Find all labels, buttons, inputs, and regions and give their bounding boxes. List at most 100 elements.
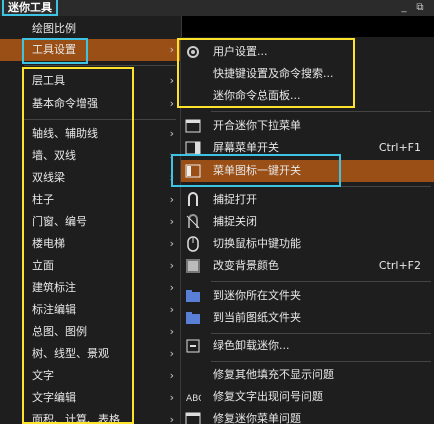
- submenu-item-label: 屏幕菜单开关: [213, 141, 279, 154]
- submenu-item-fix-hatch[interactable]: 修复其他填充不显示问题: [181, 364, 434, 386]
- menu-item-basic-enhance[interactable]: 基本命令增强 ›: [0, 93, 182, 115]
- tools-menu: 绘图比例 工具设置 › 层工具 › 基本命令增强 › 轴线、辅助线 › 墙、双线…: [0, 16, 182, 424]
- submenu-item-label: 开合迷你下拉菜单: [213, 119, 301, 132]
- chevron-right-icon: ›: [169, 127, 174, 140]
- restore-icon[interactable]: ⧉: [414, 2, 426, 14]
- menu-divider: [211, 333, 431, 334]
- menu-item-draw-scale[interactable]: 绘图比例: [0, 18, 182, 40]
- title-bar: 迷你工具 _ ⧉: [0, 0, 434, 16]
- submenu-item-icon-toggle[interactable]: 菜单图标一键开关: [181, 160, 434, 182]
- submenu-item-label: 切换鼠标中键功能: [213, 237, 301, 250]
- chevron-right-icon: ›: [169, 149, 174, 162]
- menu-divider: [211, 111, 431, 112]
- menu-item-label: 文字: [32, 369, 54, 382]
- submenu-item-user-settings[interactable]: 用户设置...: [181, 41, 434, 63]
- submenu-item-open-mini-folder[interactable]: 到迷你所在文件夹: [181, 285, 434, 307]
- menu-divider: [211, 281, 431, 282]
- menu-item-tool-settings[interactable]: 工具设置 ›: [0, 39, 182, 61]
- submenu-item-label: 捕捉打开: [213, 193, 257, 206]
- folder-icon: [186, 290, 200, 302]
- menu-item-text-edit[interactable]: 文字编辑 ›: [0, 387, 182, 409]
- submenu-item-bg-color[interactable]: 改变背景颜色 Ctrl+F2: [181, 255, 434, 277]
- menu-item-label: 工具设置: [32, 43, 76, 56]
- chevron-right-icon: ›: [169, 171, 174, 184]
- menu-item-label: 层工具: [32, 74, 65, 87]
- menu-item-label: 标注编辑: [32, 303, 76, 316]
- submenu-item-dropdown-toggle[interactable]: 开合迷你下拉菜单: [181, 115, 434, 137]
- submenu-item-fix-text[interactable]: ABC 修复文字出现问号问题: [181, 386, 434, 408]
- menu-item-label: 总图、图例: [32, 325, 87, 338]
- submenu-item-label: 改变背景颜色: [213, 259, 279, 272]
- shortcut-label: Ctrl+F1: [378, 141, 421, 154]
- submenu-item-label: 绿色卸载迷你...: [213, 339, 290, 352]
- menu-item-dim-edit[interactable]: 标注编辑 ›: [0, 299, 182, 321]
- menu-item-column[interactable]: 柱子 ›: [0, 189, 182, 211]
- submenu-item-label: 用户设置...: [213, 45, 268, 58]
- submenu-item-label: 到迷你所在文件夹: [213, 289, 301, 302]
- menu-item-label: 门窗、编号: [32, 215, 87, 228]
- submenu-item-shortcut-settings[interactable]: 快捷键设置及命令搜索...: [181, 63, 434, 85]
- uninstall-icon: [186, 339, 200, 353]
- menu-divider: [24, 119, 176, 120]
- chevron-right-icon: ›: [169, 413, 174, 424]
- submenu-item-label: 修复文字出现问号问题: [213, 390, 323, 403]
- submenu-item-label: 捕捉关闭: [213, 215, 257, 228]
- chevron-right-icon: ›: [169, 97, 174, 110]
- chevron-right-icon: ›: [169, 43, 174, 56]
- menu-item-arch-dim[interactable]: 建筑标注 ›: [0, 277, 182, 299]
- menu-item-label: 建筑标注: [32, 281, 76, 294]
- submenu-item-snap-on[interactable]: 捕捉打开: [181, 189, 434, 211]
- chevron-right-icon: ›: [169, 325, 174, 338]
- menu-item-label: 双线梁: [32, 171, 65, 184]
- snap-off-icon: [186, 214, 200, 229]
- menu-item-label: 墙、双线: [32, 149, 76, 162]
- menu-item-layer-tools[interactable]: 层工具 ›: [0, 70, 182, 92]
- submenu-item-snap-off[interactable]: 捕捉关闭: [181, 211, 434, 233]
- menu-item-label: 面积、计算、表格: [32, 413, 120, 424]
- menu-item-label: 立面: [32, 259, 54, 272]
- submenu-item-mouse-middle[interactable]: 切换鼠标中键功能: [181, 233, 434, 255]
- menu-divider: [24, 65, 176, 66]
- snap-on-icon: [188, 192, 198, 206]
- submenu-item-label: 迷你命令总面板...: [213, 89, 301, 102]
- menu-item-wall[interactable]: 墙、双线 ›: [0, 145, 182, 167]
- menu-item-door-window[interactable]: 门窗、编号 ›: [0, 211, 182, 233]
- menu-item-elevation[interactable]: 立面 ›: [0, 255, 182, 277]
- submenu-item-uninstall[interactable]: 绿色卸载迷你...: [181, 335, 434, 357]
- submenu-item-label: 菜单图标一键开关: [213, 164, 301, 177]
- chevron-right-icon: ›: [169, 303, 174, 316]
- submenu-item-screen-menu[interactable]: 屏幕菜单开关 Ctrl+F1: [181, 137, 434, 159]
- menu-item-label: 柱子: [32, 193, 54, 206]
- menu-toggle-icon: [185, 119, 201, 133]
- icon-toggle-icon: [185, 164, 201, 178]
- chevron-right-icon: ›: [169, 215, 174, 228]
- chevron-right-icon: ›: [169, 237, 174, 250]
- menu-divider: [211, 361, 431, 362]
- submenu-item-command-panel[interactable]: 迷你命令总面板...: [181, 85, 434, 107]
- menu-item-stairs[interactable]: 楼电梯 ›: [0, 233, 182, 255]
- submenu-item-fix-menu[interactable]: 修复迷你菜单问题: [181, 408, 434, 424]
- menu-item-area-table[interactable]: 面积、计算、表格 ›: [0, 409, 182, 424]
- menu-item-beam[interactable]: 双线梁 ›: [0, 167, 182, 189]
- chevron-right-icon: ›: [169, 391, 174, 404]
- text-fix-icon: ABC: [186, 394, 201, 404]
- menu-item-label: 绘图比例: [32, 22, 76, 35]
- menu-item-label: 基本命令增强: [32, 97, 98, 110]
- background-color-icon: [186, 259, 200, 273]
- menu-item-tree-landscape[interactable]: 树、线型、景观 ›: [0, 343, 182, 365]
- shortcut-label: Ctrl+F2: [378, 259, 421, 272]
- menu-item-label: 树、线型、景观: [32, 347, 109, 360]
- minimize-icon[interactable]: _: [398, 2, 410, 14]
- submenu-item-open-drawing-folder[interactable]: 到当前图纸文件夹: [181, 307, 434, 329]
- tool-settings-submenu: 用户设置... 快捷键设置及命令搜索... 迷你命令总面板... 开合迷你下拉菜…: [180, 37, 434, 424]
- menu-item-axis[interactable]: 轴线、辅助线 ›: [0, 123, 182, 145]
- chevron-right-icon: ›: [169, 281, 174, 294]
- menu-item-text[interactable]: 文字 ›: [0, 365, 182, 387]
- folder-icon: [186, 312, 200, 324]
- submenu-item-label: 修复迷你菜单问题: [213, 412, 301, 424]
- submenu-item-label: 快捷键设置及命令搜索...: [213, 67, 334, 80]
- chevron-right-icon: ›: [169, 193, 174, 206]
- screen-menu-icon: [185, 141, 201, 155]
- gear-icon: [187, 46, 199, 58]
- menu-item-site-legend[interactable]: 总图、图例 ›: [0, 321, 182, 343]
